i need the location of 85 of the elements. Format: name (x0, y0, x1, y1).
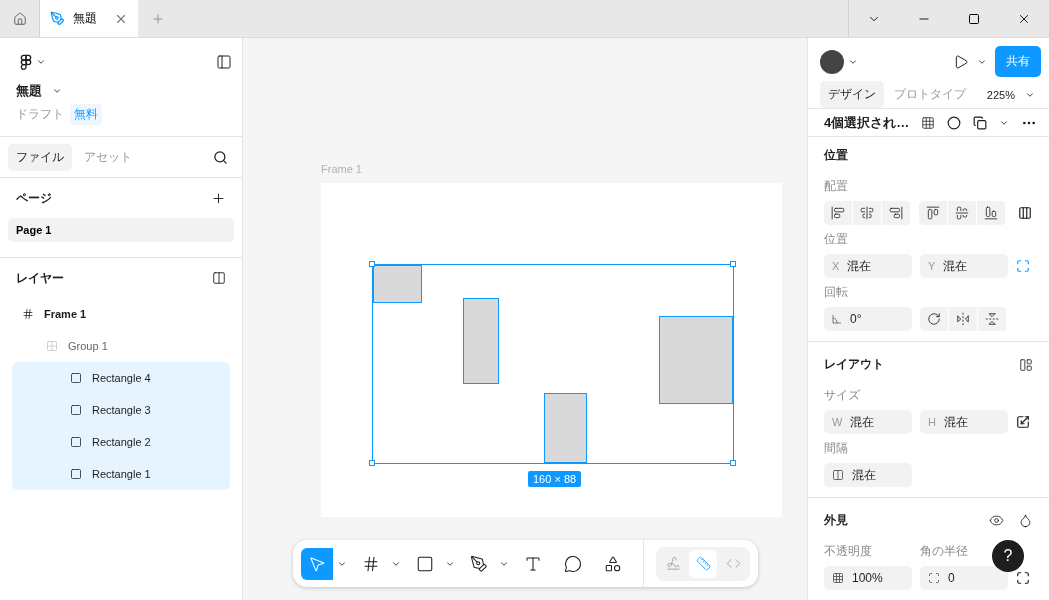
selection-box[interactable] (372, 264, 734, 464)
frame-tool-icon (362, 554, 380, 573)
y-field[interactable]: Y 混在 (920, 254, 1008, 278)
pen-tool-icon (470, 554, 488, 573)
rectangle-icon (70, 404, 82, 416)
layer-row[interactable]: Frame 1 (12, 298, 230, 330)
layer-row[interactable]: Rectangle 3 (12, 394, 230, 426)
field-label: 不透明度 (824, 543, 873, 560)
panel-tab[interactable]: デザイン (820, 81, 884, 108)
opacity-field[interactable]: 100% (824, 566, 912, 590)
distribute-icon[interactable] (1018, 206, 1032, 220)
expand-icon[interactable] (1016, 571, 1030, 585)
layer-name: Rectangle 4 (92, 372, 151, 384)
rectangle-icon (70, 372, 82, 384)
page-item[interactable]: Page 1 (8, 218, 234, 242)
frame-icon (22, 308, 34, 320)
layer-name: Rectangle 3 (92, 404, 151, 416)
layer-name: Frame 1 (44, 308, 87, 320)
layer-name: Group 1 (68, 340, 108, 352)
section-title: レイヤー (16, 269, 64, 287)
layer-row[interactable]: Rectangle 2 (12, 426, 230, 458)
constraints-icon[interactable] (1016, 259, 1030, 273)
eye-icon[interactable] (989, 513, 1004, 528)
rotation-field[interactable]: 0° (824, 307, 912, 331)
panel-icon[interactable] (214, 52, 234, 72)
chevron-down-icon[interactable] (52, 86, 62, 96)
layer-row[interactable]: Group 1 (12, 330, 230, 362)
add-icon[interactable] (211, 190, 226, 206)
resize-handle[interactable] (730, 261, 736, 267)
section-title: ページ (16, 189, 52, 207)
search-icon[interactable] (213, 149, 228, 165)
file-name[interactable]: 無題 (16, 82, 42, 100)
resize-handle[interactable] (369, 261, 375, 267)
rectangle-icon (70, 436, 82, 448)
selection-title: 4個選択され… (824, 113, 910, 132)
field-label: 角の半径 (920, 543, 968, 560)
section-title: 位置 (824, 147, 849, 164)
field-label: 間隔 (824, 440, 849, 457)
field-label: 回転 (824, 284, 849, 301)
radius-field[interactable]: 0 (920, 566, 1008, 590)
size-label: 160 × 88 (528, 471, 582, 487)
opacity-icon (832, 572, 844, 584)
group-icon (46, 340, 58, 352)
gap-field[interactable]: 混在 (824, 463, 912, 487)
resize-handle[interactable] (730, 460, 736, 466)
file-tab[interactable]: 無題 (40, 0, 138, 37)
rectangle-tool-icon (416, 554, 434, 573)
help-button[interactable]: ? (992, 540, 1024, 572)
width-field[interactable]: W 混在 (824, 410, 912, 434)
components-tool-icon (604, 554, 622, 573)
plan-badge: 無料 (70, 104, 102, 125)
pen-icon (50, 11, 65, 26)
section-title: レイアウト (824, 356, 884, 373)
layer-row[interactable]: Rectangle 1 (12, 458, 230, 490)
resize-handle[interactable] (369, 460, 375, 466)
panel-tab[interactable]: ファイル (8, 143, 72, 171)
layer-name: Rectangle 2 (92, 436, 151, 448)
layer-name: Rectangle 1 (92, 468, 151, 480)
section-title: 外見 (824, 512, 848, 529)
move-tool-icon (308, 554, 326, 573)
rectangle-icon (70, 468, 82, 480)
file-location: ドラフト (16, 106, 64, 123)
auto-layout-icon[interactable] (1019, 357, 1033, 372)
field-label: サイズ (824, 387, 861, 404)
resize-icon[interactable] (1016, 415, 1030, 429)
grid-icon[interactable] (921, 115, 935, 130)
comment-tool-icon (564, 554, 582, 573)
dev-icon (725, 556, 741, 571)
layer-row[interactable]: Rectangle 4 (12, 362, 230, 394)
x-field[interactable]: X 混在 (824, 254, 912, 278)
field-label: 位置 (824, 231, 849, 248)
corner-radius-icon (928, 572, 940, 584)
zoom-level[interactable]: 225% (986, 88, 1015, 101)
canvas-rectangle (544, 393, 587, 463)
text-tool-icon (524, 554, 542, 573)
field-label: 配置 (824, 178, 849, 195)
avatar[interactable] (820, 49, 844, 74)
play-icon[interactable] (953, 53, 969, 70)
height-field[interactable]: H 混在 (920, 410, 1008, 434)
gap-icon (832, 469, 844, 481)
circle-icon[interactable] (947, 115, 961, 130)
draw-icon (665, 556, 681, 571)
canvas-rectangle (373, 265, 422, 303)
droplet-icon[interactable] (1018, 513, 1033, 528)
angle-icon (832, 314, 842, 324)
